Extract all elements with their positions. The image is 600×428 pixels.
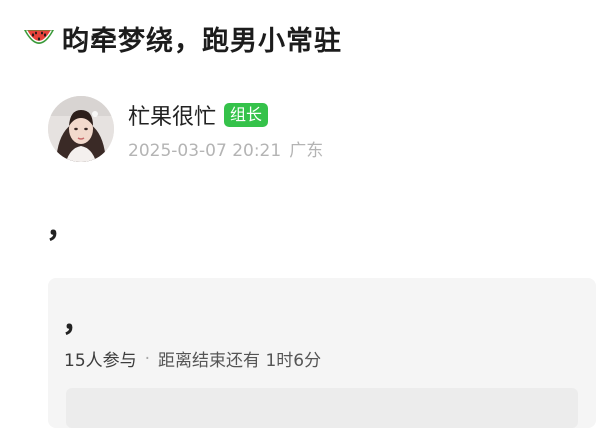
post-title-row: 昀牵梦绕，跑男小常驻 [22, 18, 342, 58]
poll-stats: 15人参与 · 距离结束还有 1时6分 [64, 346, 322, 372]
post-location: 广东 [289, 141, 324, 161]
role-badge: 组长 [224, 103, 269, 127]
author-name[interactable]: 杧果很忙 [128, 99, 216, 131]
post-body: ， [46, 210, 76, 245]
poll-countdown: 距离结束还有 1时6分 [158, 351, 322, 371]
watermelon-icon [22, 24, 56, 52]
poll-question: ， [62, 304, 92, 339]
poll-participants: 15人参与 [64, 351, 137, 371]
avatar[interactable] [48, 96, 114, 162]
poll-separator: · [144, 348, 151, 369]
poll-card: ， 15人参与 · 距离结束还有 1时6分 [48, 278, 596, 428]
author-row: 杧果很忙 组长 [128, 99, 269, 131]
poll-option[interactable] [66, 388, 578, 428]
post-title: 昀牵梦绕，跑男小常驻 [62, 25, 342, 57]
post-page: 昀牵梦绕，跑男小常驻 杧果很忙 组长 2025-03-07 20:21 广东 ， … [0, 0, 600, 428]
post-meta: 2025-03-07 20:21 广东 [128, 136, 323, 161]
post-timestamp: 2025-03-07 20:21 [128, 141, 282, 161]
